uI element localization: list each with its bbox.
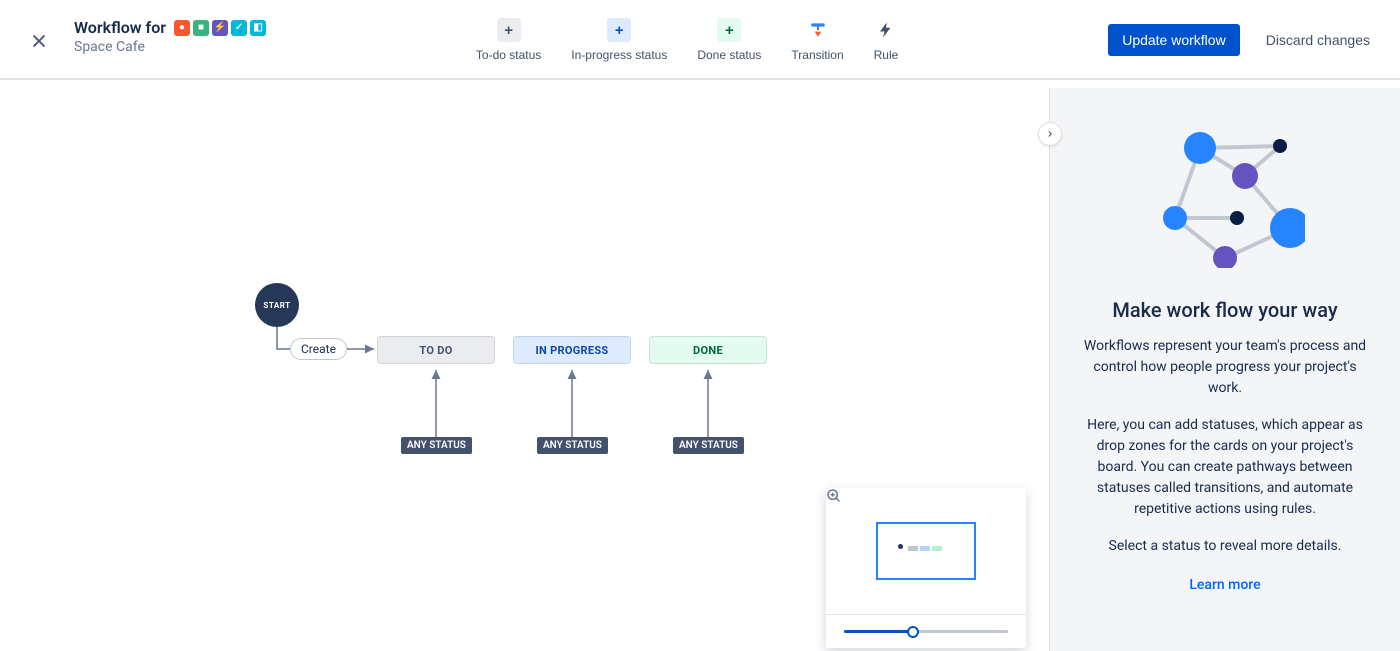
project-icon-red: ● bbox=[174, 20, 190, 36]
bolt-icon bbox=[874, 18, 898, 42]
minimap-view[interactable] bbox=[826, 488, 1026, 614]
minimap-viewport-frame[interactable] bbox=[876, 522, 976, 580]
plus-green-icon: + bbox=[717, 18, 741, 42]
toolbar: + To-do status + In-progress status + Do… bbox=[476, 18, 898, 62]
add-inprogress-status-button[interactable]: + In-progress status bbox=[571, 18, 667, 62]
panel-paragraph-1: Workflows represent your team's process … bbox=[1078, 336, 1372, 399]
zoom-slider-thumb[interactable] bbox=[907, 626, 919, 638]
any-status-label[interactable]: ANY STATUS bbox=[537, 437, 608, 454]
project-type-icons: ● ■ ⚡ ✓ ◧ bbox=[174, 20, 266, 36]
status-todo[interactable]: TO DO bbox=[377, 336, 495, 364]
add-transition-button[interactable]: Transition bbox=[791, 18, 843, 62]
tool-label: To-do status bbox=[476, 48, 541, 62]
zoom-slider-fill bbox=[844, 630, 913, 633]
minimap-bar-progress bbox=[920, 546, 930, 551]
page-title: Workflow for bbox=[74, 18, 166, 37]
tool-label: Rule bbox=[874, 48, 899, 62]
minimap bbox=[826, 488, 1026, 648]
start-label: START bbox=[263, 301, 290, 310]
minimap-status-bars bbox=[908, 546, 942, 551]
zoom-slider[interactable] bbox=[844, 630, 1008, 633]
panel-paragraph-3: Select a status to reveal more details. bbox=[1109, 536, 1342, 557]
status-in-progress[interactable]: IN PROGRESS bbox=[513, 336, 631, 364]
learn-more-link[interactable]: Learn more bbox=[1189, 577, 1260, 593]
zoom-controls bbox=[826, 614, 1026, 648]
minimap-bar-done bbox=[932, 546, 942, 551]
status-done[interactable]: DONE bbox=[649, 336, 767, 364]
status-label: IN PROGRESS bbox=[535, 344, 608, 357]
status-label: DONE bbox=[693, 344, 723, 357]
side-panel-toggle[interactable] bbox=[1038, 122, 1062, 146]
create-transition[interactable]: Create bbox=[290, 338, 347, 360]
project-icon-check: ✓ bbox=[231, 20, 247, 36]
tool-label: Transition bbox=[791, 48, 843, 62]
page-title-row: Workflow for ● ■ ⚡ ✓ ◧ bbox=[74, 18, 266, 37]
transition-icon bbox=[806, 18, 830, 42]
workflow-canvas[interactable]: START Create TO DO IN PROGRESS DONE ANY … bbox=[0, 88, 1050, 651]
header-bar: Workflow for ● ■ ⚡ ✓ ◧ Space Cafe + To-d… bbox=[0, 0, 1400, 80]
any-status-label[interactable]: ANY STATUS bbox=[673, 437, 744, 454]
plus-blue-icon: + bbox=[607, 18, 631, 42]
project-icon-purple: ⚡ bbox=[212, 20, 228, 36]
discard-changes-button[interactable]: Discard changes bbox=[1260, 31, 1376, 49]
project-name: Space Cafe bbox=[74, 39, 266, 55]
plus-grey-icon: + bbox=[497, 18, 521, 42]
minimap-start-dot bbox=[898, 544, 903, 549]
info-side-panel: Make work flow your way Workflows repres… bbox=[1050, 88, 1400, 651]
add-done-status-button[interactable]: + Done status bbox=[697, 18, 761, 62]
tool-label: Done status bbox=[697, 48, 761, 62]
update-workflow-button[interactable]: Update workflow bbox=[1108, 24, 1240, 56]
workflow-illustration bbox=[1145, 128, 1305, 272]
zoom-in-icon bbox=[826, 488, 842, 504]
title-block: Workflow for ● ■ ⚡ ✓ ◧ Space Cafe bbox=[74, 18, 266, 55]
chevron-right-icon bbox=[1045, 128, 1055, 140]
close-icon bbox=[28, 30, 50, 52]
minimap-bar-todo bbox=[908, 546, 918, 551]
close-button[interactable] bbox=[24, 26, 54, 56]
create-label: Create bbox=[301, 342, 336, 356]
project-icon-green: ■ bbox=[193, 20, 209, 36]
start-node[interactable]: START bbox=[255, 283, 299, 327]
any-status-label[interactable]: ANY STATUS bbox=[401, 437, 472, 454]
panel-paragraph-2: Here, you can add statuses, which appear… bbox=[1078, 415, 1372, 520]
add-rule-button[interactable]: Rule bbox=[874, 18, 899, 62]
header-actions: Update workflow Discard changes bbox=[1108, 24, 1376, 56]
status-label: TO DO bbox=[419, 344, 452, 357]
tool-label: In-progress status bbox=[571, 48, 667, 62]
panel-title: Make work flow your way bbox=[1112, 298, 1337, 322]
project-icon-doc: ◧ bbox=[250, 20, 266, 36]
add-todo-status-button[interactable]: + To-do status bbox=[476, 18, 541, 62]
